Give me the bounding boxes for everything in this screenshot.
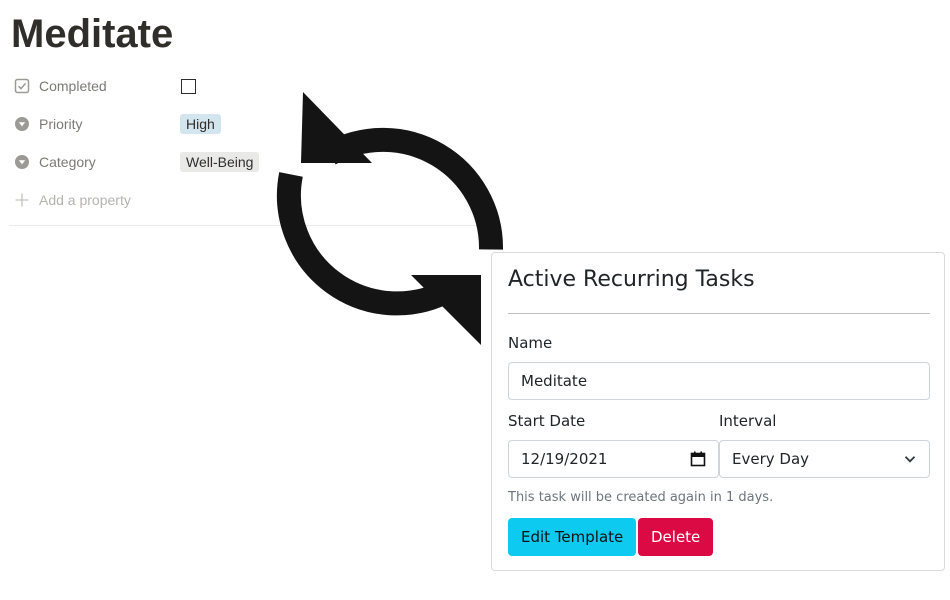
edit-template-button[interactable]: Edit Template xyxy=(508,518,637,556)
help-text: This task will be created again in 1 day… xyxy=(508,490,774,505)
select-icon xyxy=(14,116,30,132)
start-date-input[interactable]: 12/19/2021 xyxy=(508,440,719,478)
property-name: Completed xyxy=(39,78,107,94)
recurring-tasks-card: Active Recurring Tasks Name Meditate Sta… xyxy=(491,252,945,571)
interval-select[interactable]: Every Day xyxy=(719,440,930,478)
page-title: Meditate xyxy=(11,12,174,56)
name-label: Name xyxy=(508,334,553,352)
name-input[interactable]: Meditate xyxy=(508,362,930,400)
start-date-value: 12/19/2021 xyxy=(521,450,608,468)
priority-tag[interactable]: High xyxy=(180,114,221,134)
refresh-icon xyxy=(277,92,504,345)
card-title: Active Recurring Tasks xyxy=(508,267,755,292)
card-divider xyxy=(508,313,930,314)
add-property-label: Add a property xyxy=(39,192,131,208)
completed-checkbox[interactable] xyxy=(181,79,196,94)
calendar-icon[interactable] xyxy=(690,451,706,467)
name-input-value: Meditate xyxy=(521,372,588,390)
delete-button[interactable]: Delete xyxy=(638,518,714,556)
category-tag[interactable]: Well-Being xyxy=(180,152,260,172)
start-date-label: Start Date xyxy=(508,412,586,430)
interval-value: Every Day xyxy=(732,450,810,468)
property-name: Category xyxy=(39,154,96,170)
checkbox-icon xyxy=(14,78,30,94)
chevron-down-icon xyxy=(903,452,917,466)
select-icon xyxy=(14,154,30,170)
plus-icon xyxy=(14,192,30,208)
property-name: Priority xyxy=(39,116,83,132)
interval-label: Interval xyxy=(719,412,777,430)
